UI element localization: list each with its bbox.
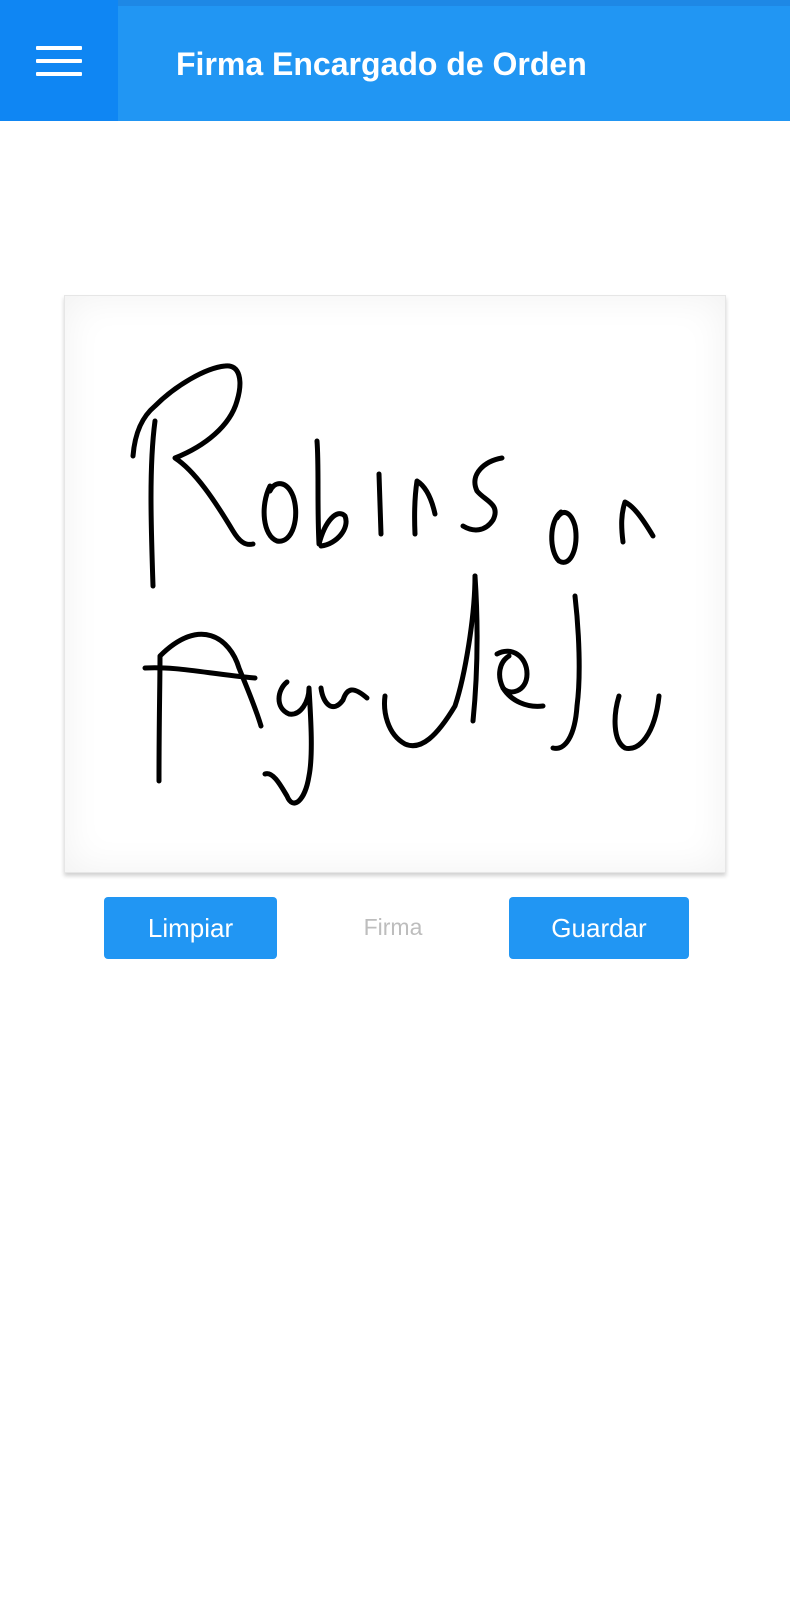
page-title: Firma Encargado de Orden bbox=[176, 46, 587, 82]
clear-button[interactable]: Limpiar bbox=[104, 897, 277, 959]
signature-drawing bbox=[130, 363, 662, 806]
save-button[interactable]: Guardar bbox=[509, 897, 689, 959]
signature-pad[interactable] bbox=[64, 295, 726, 873]
app-bar: Firma Encargado de Orden bbox=[0, 0, 790, 121]
status-strip bbox=[0, 0, 790, 6]
signature-caption: Firma bbox=[363, 914, 423, 940]
hamburger-menu-icon bbox=[36, 45, 82, 76]
menu-button[interactable] bbox=[0, 0, 118, 121]
